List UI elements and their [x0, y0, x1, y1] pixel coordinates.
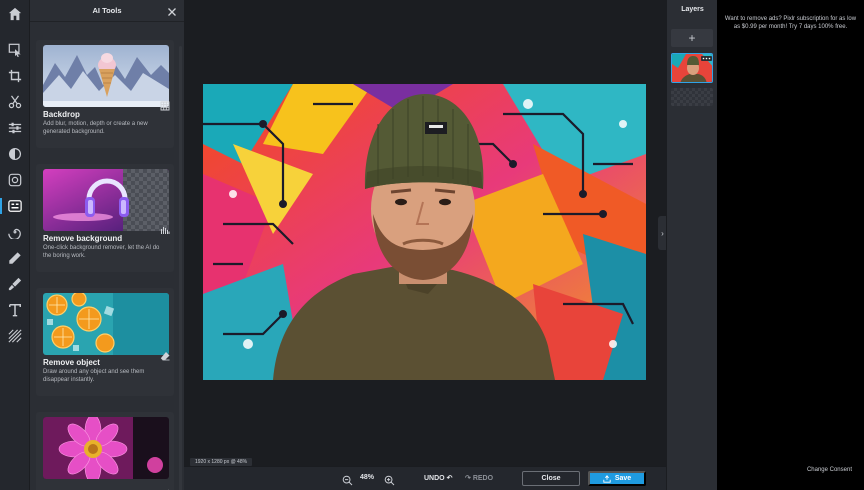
photo-canvas[interactable] [203, 84, 646, 380]
remove-background-thumbnail [43, 169, 169, 231]
save-icon [603, 474, 611, 483]
undo-button[interactable]: UNDO ↶ [424, 474, 452, 482]
close-icon[interactable] [166, 5, 178, 17]
change-consent-link[interactable]: Change Consent [807, 467, 852, 473]
ad-text: Want to remove ads? Pixlr subscription f… [724, 16, 857, 30]
zoom-in-icon[interactable] [384, 473, 395, 486]
card-title: Backdrop [43, 110, 80, 119]
layers-title: Layers [681, 6, 704, 13]
redo-button[interactable]: ↷ REDO [465, 474, 493, 482]
grid-icon [160, 98, 170, 111]
redo-label: REDO [472, 475, 494, 482]
add-layer-button[interactable]: + [671, 29, 713, 47]
ad-area: Want to remove ads? Pixlr subscription f… [717, 0, 864, 490]
liquify-icon[interactable] [5, 222, 25, 242]
remove-object-thumbnail [43, 293, 169, 355]
card-description: One-click background remover, let the AI… [43, 245, 160, 259]
close-button[interactable]: Close [522, 471, 580, 486]
flower-thumbnail [43, 417, 169, 479]
tool-card-remove-background[interactable]: Remove background One-click background r… [36, 164, 174, 272]
undo-icon: ↶ [446, 475, 453, 482]
effect-icon[interactable] [5, 170, 25, 190]
layers-panel: Layers + [666, 0, 717, 490]
card-description: Draw around any object and see them disa… [43, 369, 145, 383]
card-title: Remove object [43, 358, 100, 367]
magic-wand-icon [160, 222, 170, 234]
tool-card-backdrop[interactable]: Backdrop Add blur, motion, depth or crea… [36, 40, 174, 148]
bottom-bar: 48% UNDO ↶ ↷ REDO Close Save [184, 466, 666, 490]
ai-tools-icon[interactable] [0, 196, 25, 216]
redo-icon: ↷ [465, 475, 471, 482]
panel-header: AI Tools [30, 0, 184, 22]
cut-icon[interactable] [5, 92, 25, 112]
left-toolbar [0, 0, 30, 490]
draw-icon[interactable] [5, 248, 25, 268]
image-size-label: 1920 x 1280 px @ 48% [190, 458, 253, 466]
arrange-icon[interactable] [5, 40, 25, 60]
layer-thumbnail[interactable] [671, 53, 713, 83]
tool-list[interactable]: Backdrop Add blur, motion, depth or crea… [30, 22, 184, 490]
retouch-icon[interactable] [5, 274, 25, 294]
pattern-icon[interactable] [5, 326, 25, 346]
tool-card-generative-fill[interactable] [36, 412, 174, 490]
save-label: Save [614, 475, 632, 482]
adjust-icon[interactable] [5, 118, 25, 138]
zoom-level: 48% [360, 474, 375, 481]
ai-tools-panel: AI Tools Backdrop Add blur, motion, dept… [30, 0, 184, 490]
crop-icon[interactable] [5, 66, 25, 86]
home-icon[interactable] [5, 4, 25, 24]
tool-card-remove-object[interactable]: Remove object Draw around any object and… [36, 288, 174, 396]
layer-transparent-thumbnail[interactable] [671, 88, 713, 106]
card-title: Remove background [43, 234, 123, 243]
zoom-out-icon[interactable] [342, 473, 353, 486]
undo-label: UNDO [424, 475, 445, 482]
panel-scrollbar[interactable] [179, 46, 182, 490]
canvas-area[interactable]: 1920 x 1280 px @ 48% [184, 0, 666, 466]
panel-title: AI Tools [92, 6, 122, 15]
card-description: Add blur, motion, depth or create a new … [43, 121, 148, 135]
backdrop-thumbnail [43, 45, 169, 107]
filter-icon[interactable] [5, 144, 25, 164]
brush-icon [160, 486, 170, 490]
save-button[interactable]: Save [588, 471, 646, 486]
eraser-icon [160, 348, 170, 361]
text-icon[interactable] [5, 300, 25, 320]
